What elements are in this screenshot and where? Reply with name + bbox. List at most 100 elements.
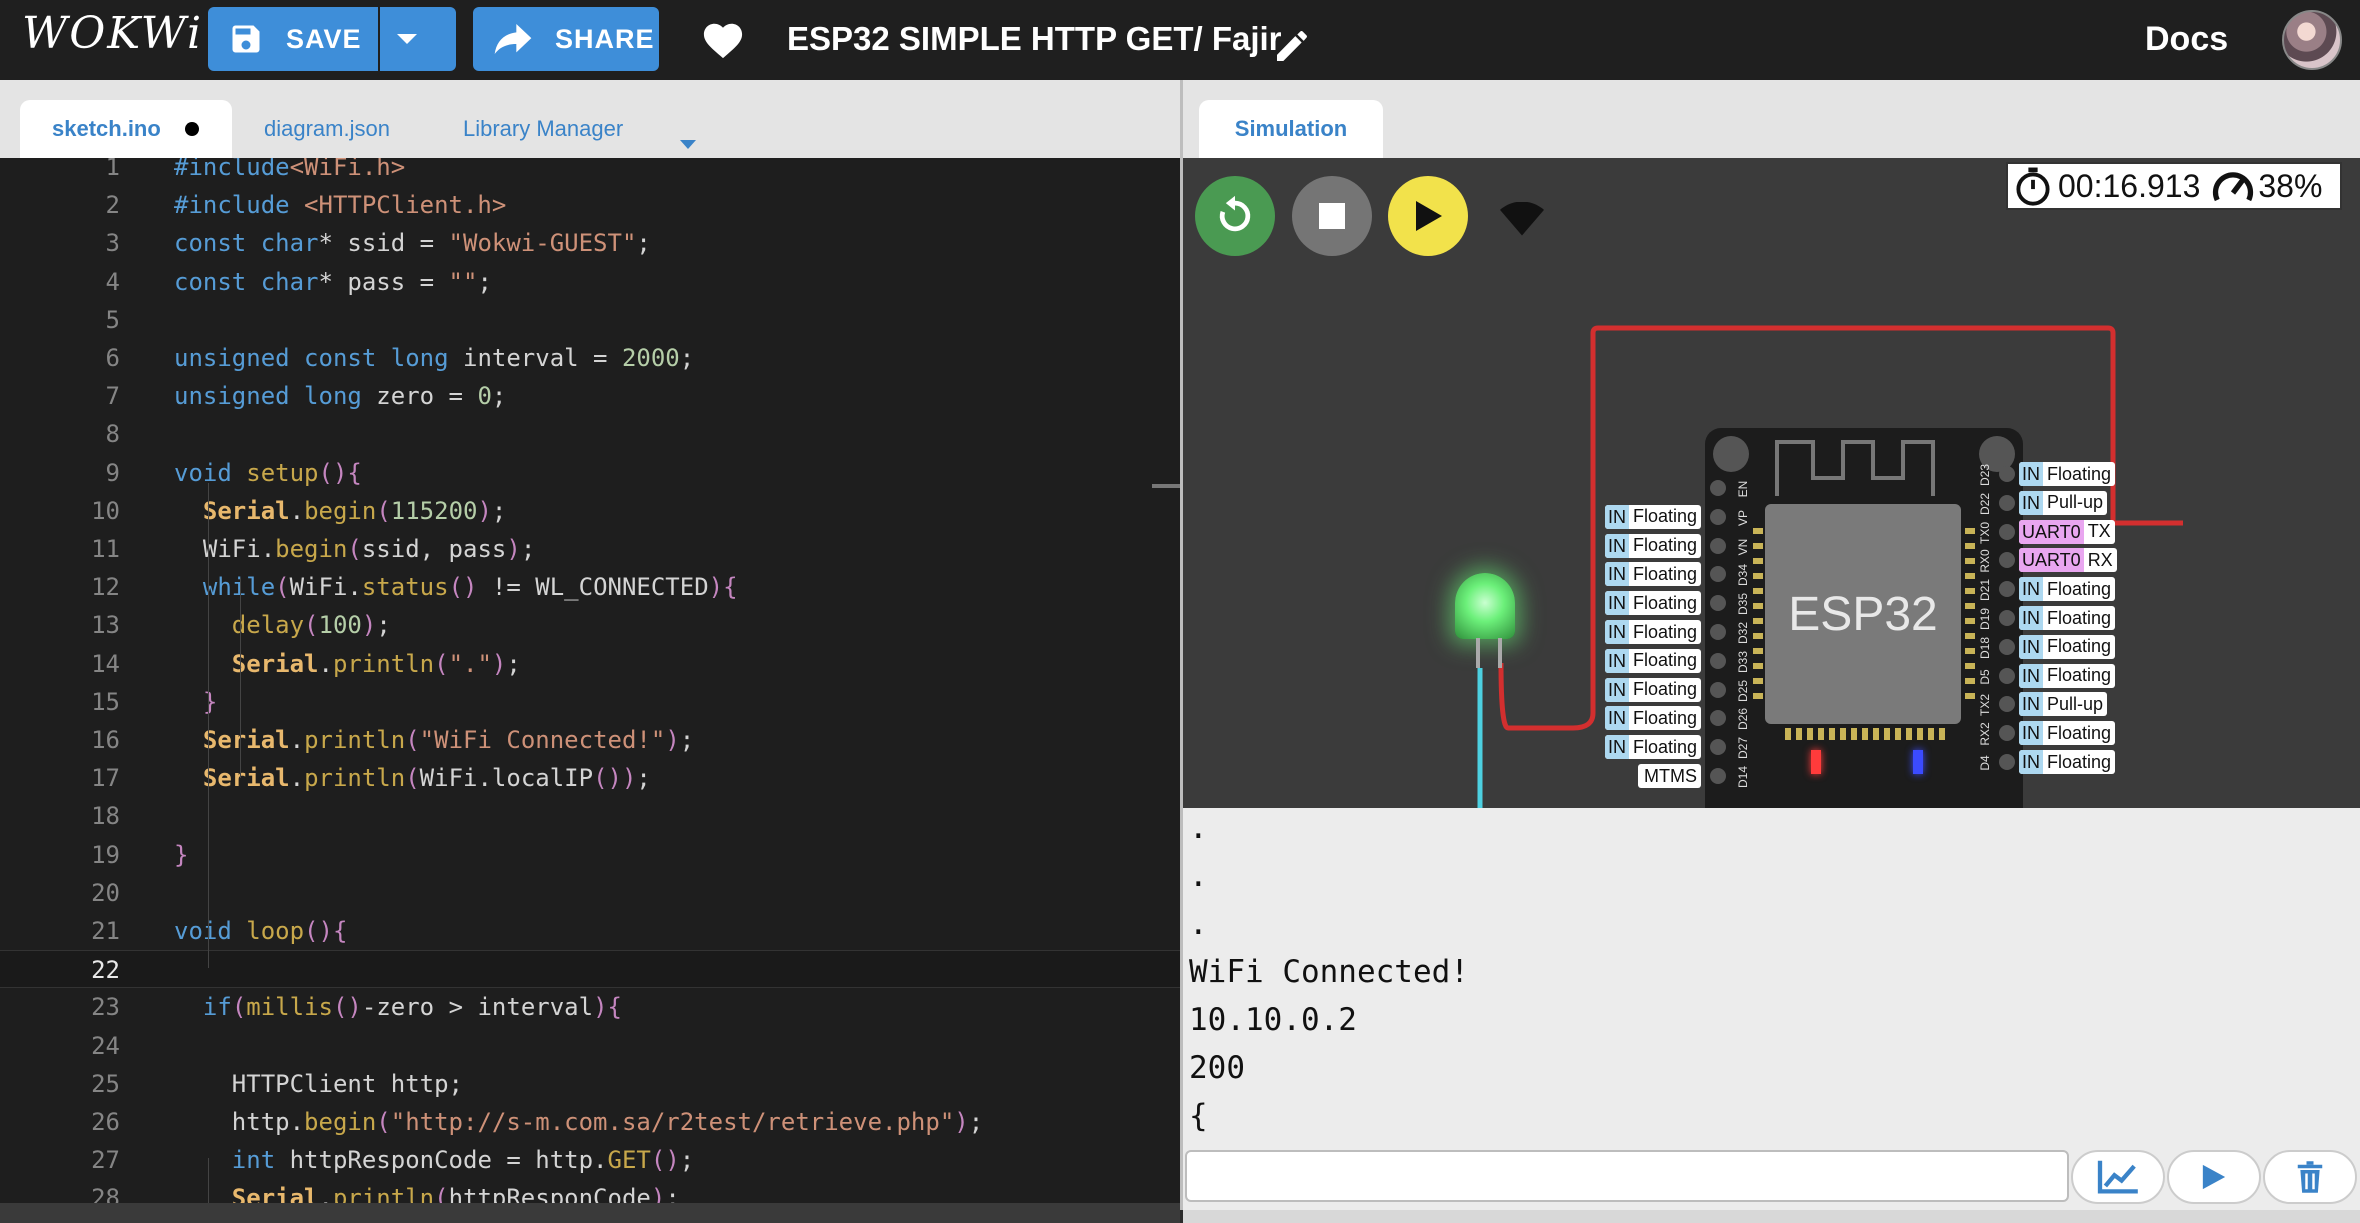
chip-label: ESP32	[1788, 587, 1938, 641]
esp32-board[interactable]: ESP32	[1705, 428, 2023, 808]
pin-label-tx0[interactable]: UART0 TX	[2019, 519, 2115, 544]
code-line[interactable]: 23 if(millis()-zero > interval){	[0, 988, 1180, 1026]
user-avatar[interactable]	[2282, 10, 2342, 70]
pin-label-rx0[interactable]: UART0 RX	[2019, 548, 2117, 573]
code-text: Serial.println(".");	[231, 649, 521, 678]
led-leg	[1476, 638, 1480, 668]
clear-button[interactable]	[2263, 1150, 2357, 1204]
pin-mode: IN	[1604, 706, 1629, 731]
code-line[interactable]: 21 void loop(){	[0, 912, 1180, 950]
pin-mode: IN	[2019, 577, 2043, 602]
serial-input[interactable]	[1185, 1150, 2069, 1202]
trash-icon	[2297, 1161, 2323, 1193]
code-line[interactable]: 6 unsigned const long interval = 2000;	[0, 339, 1180, 377]
pin-hole	[1710, 537, 1726, 554]
share-button[interactable]: SHARE	[473, 7, 659, 71]
pin-label-d26[interactable]: IN Floating	[1604, 706, 1701, 731]
code-text: unsigned long zero = 0;	[174, 382, 507, 411]
docs-link[interactable]: Docs	[2145, 20, 2228, 59]
code-line[interactable]: 20	[0, 874, 1180, 912]
editor-horizontal-scrollbar[interactable]	[0, 1203, 1180, 1223]
code-line[interactable]: 26 http.begin("http://s-m.com.sa/r2test/…	[0, 1103, 1180, 1141]
code-text: delay(100);	[231, 611, 391, 640]
code-line[interactable]: 24	[0, 1027, 1180, 1065]
code-line[interactable]: 11 WiFi.begin(ssid, pass);	[0, 530, 1180, 568]
code-text: unsigned const long interval = 2000;	[174, 344, 695, 372]
pin-label-vn[interactable]: IN Floating	[1604, 533, 1701, 558]
code-line[interactable]: 27 int httpResponCode = http.GET();	[0, 1141, 1180, 1179]
simulation-canvas[interactable]: 00:16.913 38% ESP32 EN VP IN Floating VN IN Fl…	[1183, 158, 2360, 808]
pin-label-d35[interactable]: IN Floating	[1604, 591, 1701, 616]
unsaved-dot-icon	[184, 122, 199, 136]
pin-state: Floating	[2047, 463, 2112, 484]
pin-label-d19[interactable]: IN Floating	[2019, 606, 2116, 630]
pin-label-d21[interactable]: IN Floating	[2019, 577, 2116, 602]
code-line[interactable]: 15 }	[0, 683, 1180, 721]
play-triangle-icon	[2202, 1164, 2226, 1190]
share-arrow-icon	[494, 24, 532, 54]
code-line[interactable]: 16 Serial.println("WiFi Connected!");	[0, 721, 1180, 759]
pin-label-d14[interactable]: MTMS	[1638, 764, 1701, 788]
pin-state: Floating	[2047, 665, 2112, 686]
chart-line-icon	[2097, 1160, 2138, 1194]
code-line[interactable]: 28 Serial.println(httpResponCode);	[0, 1179, 1180, 1203]
code-line[interactable]: 19}	[0, 836, 1180, 874]
code-line[interactable]: 10 Serial.begin(115200);	[0, 492, 1180, 530]
pin-label-d34[interactable]: IN Floating	[1604, 562, 1701, 587]
code-text: Serial.println(httpResponCode);	[231, 1184, 680, 1203]
pin-label-d5[interactable]: IN Floating	[2019, 663, 2116, 688]
pin-mode: IN	[1604, 591, 1629, 616]
pin-label-d18[interactable]: IN Floating	[2019, 634, 2116, 659]
pin-label-tx2[interactable]: IN Pull-up	[2019, 692, 2108, 717]
serial-output-line: {	[1189, 1098, 1208, 1134]
line-number: 1	[105, 158, 120, 181]
line-number: 25	[91, 1069, 120, 1098]
pin-label-d25[interactable]: IN Floating	[1604, 677, 1701, 702]
pin-label-d27[interactable]: IN Floating	[1604, 735, 1701, 760]
code-line[interactable]: 4 const char* pass = "";	[0, 263, 1180, 301]
code-line[interactable]: 2 #include <HTTPClient.h>	[0, 186, 1180, 224]
pin-label-d23[interactable]: IN Floating	[2019, 462, 2116, 486]
code-line[interactable]: 9 void setup(){	[0, 454, 1180, 492]
code-line[interactable]: 14 Serial.println(".");	[0, 645, 1180, 683]
green-led[interactable]	[1455, 573, 1515, 647]
code-line[interactable]: 13 delay(100);	[0, 606, 1180, 644]
code-line[interactable]: 18	[0, 797, 1180, 835]
send-button[interactable]	[2167, 1150, 2261, 1204]
plotter-button[interactable]	[2071, 1150, 2165, 1204]
save-options-button[interactable]	[380, 7, 456, 71]
line-number: 22	[91, 956, 120, 985]
code-line[interactable]: 7 unsigned long zero = 0;	[0, 377, 1180, 415]
code-line[interactable]: 25 HTTPClient http;	[0, 1065, 1180, 1103]
pin-label-vp[interactable]: IN Floating	[1604, 504, 1701, 529]
code-line[interactable]: 5	[0, 301, 1180, 339]
pin-label-d22[interactable]: IN Pull-up	[2019, 490, 2108, 515]
indent-guide	[240, 578, 241, 778]
tab-library-manager[interactable]: Library Manager	[463, 100, 623, 158]
pin-state: Floating	[1632, 563, 1697, 584]
pin-label-rx2[interactable]: IN Floating	[2019, 721, 2116, 746]
code-editor[interactable]: 1 #include<WiFi.h> 2 #include <HTTPClient.h…	[0, 158, 1180, 1203]
serial-monitor-output[interactable]: ... WiFi Connected! 10.10.0.2 200 {	[1183, 808, 2360, 1150]
code-line[interactable]: 3 const char* ssid = "Wokwi-GUEST";	[0, 224, 1180, 262]
code-line[interactable]: 22	[0, 950, 1180, 989]
code-line[interactable]: 1 #include<WiFi.h>	[0, 158, 1180, 186]
code-line[interactable]: 12 while(WiFi.status() != WL_CONNECTED){	[0, 568, 1180, 606]
tab-simulation[interactable]: Simulation	[1199, 100, 1383, 158]
wokwi-logo[interactable]: WOKWi	[22, 8, 203, 59]
code-line[interactable]: 17 Serial.println(WiFi.localIP());	[0, 759, 1180, 797]
pencil-edit-icon[interactable]	[1272, 26, 1312, 66]
share-label: SHARE	[555, 23, 655, 54]
pin-hole	[1999, 523, 2015, 540]
tab-diagram-json[interactable]: diagram.json	[264, 100, 390, 158]
code-line[interactable]: 8	[0, 415, 1180, 453]
save-button[interactable]: SAVE	[208, 7, 378, 71]
tab-sketch-ino[interactable]: sketch.ino	[20, 100, 232, 158]
pin-label-d33[interactable]: IN Floating	[1604, 648, 1701, 673]
pin-label-d32[interactable]: IN Floating	[1604, 620, 1701, 644]
serial-input-row	[1183, 1150, 2360, 1210]
caret-down-icon	[397, 34, 417, 44]
pin-label-d4[interactable]: IN Floating	[2019, 750, 2116, 774]
pin-state: MTMS	[1644, 765, 1697, 786]
heart-icon[interactable]	[700, 18, 746, 60]
